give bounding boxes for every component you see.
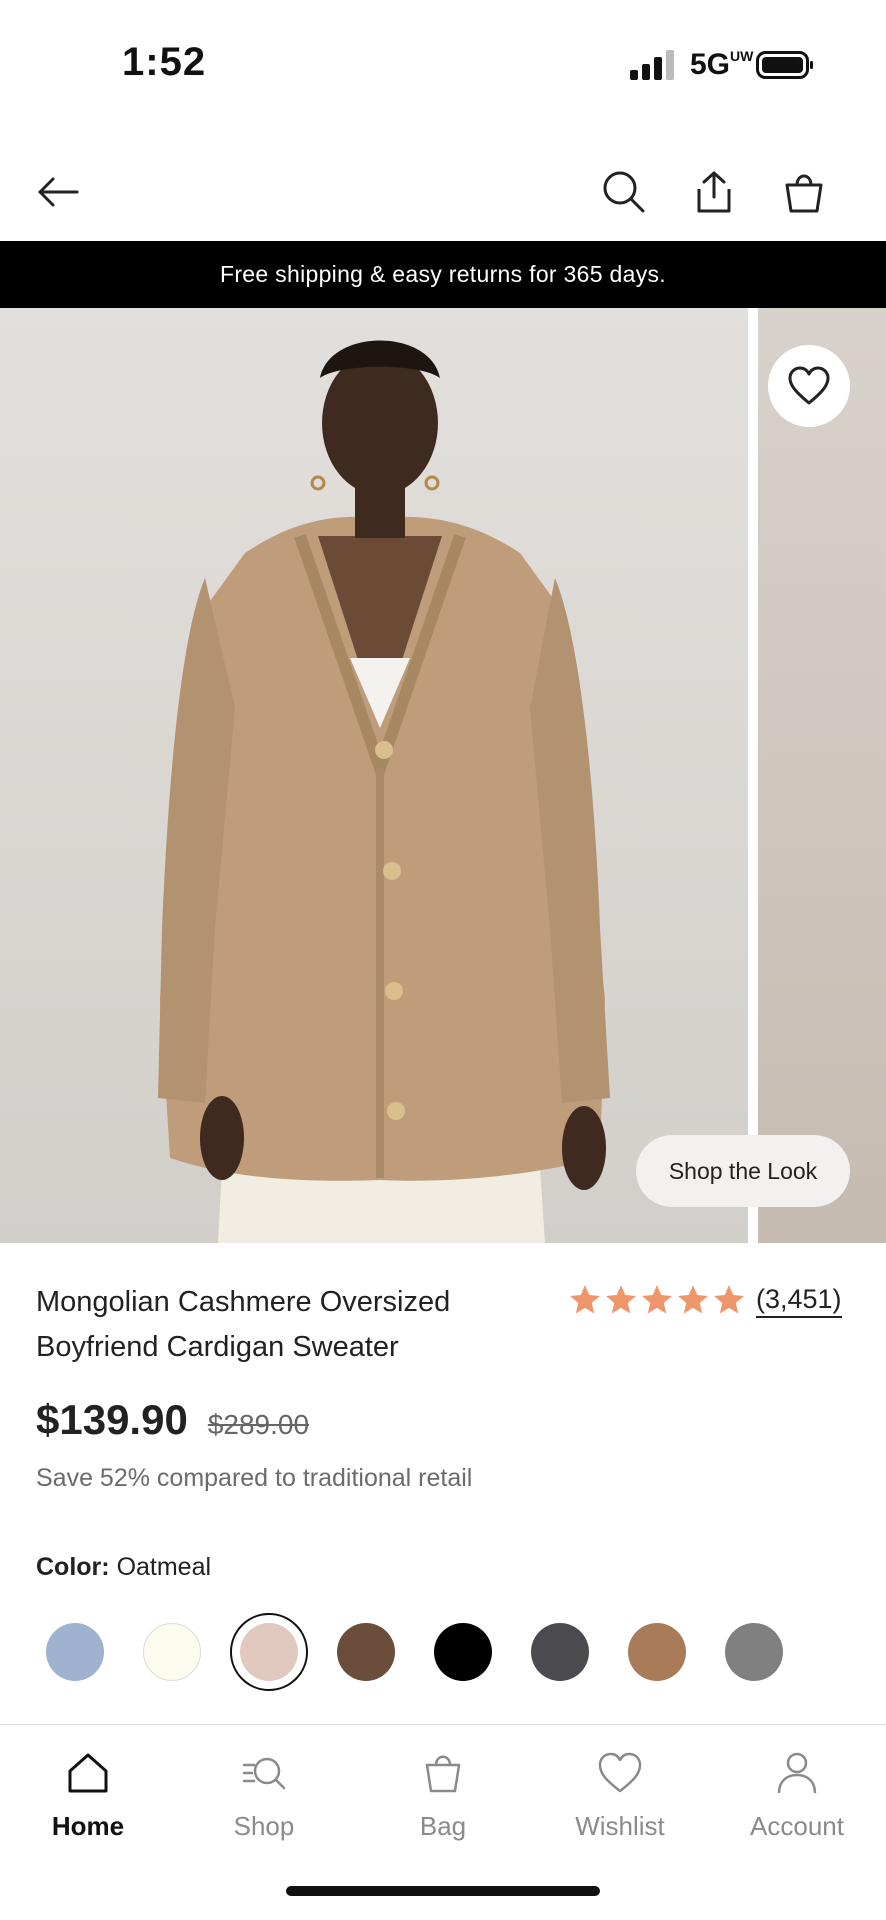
battery-icon (756, 51, 813, 79)
tab-shop[interactable]: Shop (194, 1749, 334, 1859)
heart-icon (788, 366, 830, 405)
original-price: $289.00 (207, 1409, 310, 1440)
star-icon (714, 1285, 744, 1314)
tab-wishlist[interactable]: Wishlist (550, 1749, 690, 1859)
home-icon (68, 1753, 108, 1793)
star-icon (642, 1285, 672, 1314)
product-rating[interactable]: (3,451) (568, 1282, 842, 1318)
home-indicator[interactable] (286, 1886, 600, 1896)
color-swatch[interactable] (725, 1623, 783, 1681)
color-swatch[interactable] (46, 1623, 104, 1681)
status-bar: 1:52 5GUW (0, 0, 886, 130)
signal-icon (630, 50, 674, 80)
carousel-divider (748, 308, 758, 1243)
tab-home[interactable]: Home (18, 1749, 158, 1859)
bag-icon[interactable] (778, 166, 830, 218)
star-icon (678, 1285, 708, 1314)
color-swatch[interactable] (337, 1623, 395, 1681)
tab-label: Wishlist (575, 1811, 665, 1841)
tab-label: Home (51, 1811, 125, 1841)
tab-label: Shop (233, 1811, 295, 1841)
star-icon (606, 1285, 636, 1314)
product-image (0, 308, 748, 1243)
model-illustration (158, 340, 610, 1243)
tab-account[interactable]: Account (727, 1749, 867, 1859)
color-swatches (0, 1612, 886, 1692)
tab-label: Bag (419, 1811, 467, 1841)
network-label: 5GUW (690, 48, 754, 81)
star-icon (570, 1285, 600, 1314)
shop-the-look-button[interactable]: Shop the Look (636, 1135, 850, 1207)
back-arrow-icon[interactable] (32, 166, 84, 218)
product-title: Mongolian Cashmere Oversized Boyfriend C… (36, 1286, 451, 1363)
next-product-image[interactable] (758, 308, 886, 1243)
person-icon (777, 1752, 817, 1794)
review-count-link[interactable]: (3,451) (756, 1282, 842, 1318)
star-rating (568, 1283, 746, 1317)
network-sub-label: UW (730, 48, 754, 64)
product-image-carousel[interactable]: Shop the Look (0, 308, 886, 1243)
tab-bag[interactable]: Bag (373, 1749, 513, 1859)
color-swatch[interactable] (531, 1623, 589, 1681)
color-swatch[interactable] (143, 1623, 201, 1681)
wishlist-heart-button[interactable] (768, 345, 850, 427)
heart-icon (598, 1752, 642, 1793)
color-label-value: Oatmeal (116, 1553, 212, 1581)
promo-banner: Free shipping & easy returns for 365 day… (0, 241, 886, 308)
color-swatch[interactable] (628, 1623, 686, 1681)
shop-search-icon (242, 1757, 286, 1790)
color-swatch[interactable] (240, 1623, 298, 1681)
search-icon[interactable] (598, 166, 650, 218)
tab-label: Account (750, 1811, 844, 1841)
share-icon[interactable] (688, 166, 740, 218)
color-swatch[interactable] (434, 1623, 492, 1681)
top-nav (0, 150, 886, 240)
bag-icon (425, 1755, 461, 1793)
savings-text: Save 52% compared to traditional retail (36, 1464, 473, 1492)
color-label-key: Color: (36, 1553, 110, 1581)
status-time: 1:52 (122, 40, 207, 84)
color-label: Color: Oatmeal (36, 1553, 211, 1582)
price-row: $139.90 $289.00 (36, 1396, 309, 1444)
sale-price: $139.90 (36, 1396, 188, 1443)
